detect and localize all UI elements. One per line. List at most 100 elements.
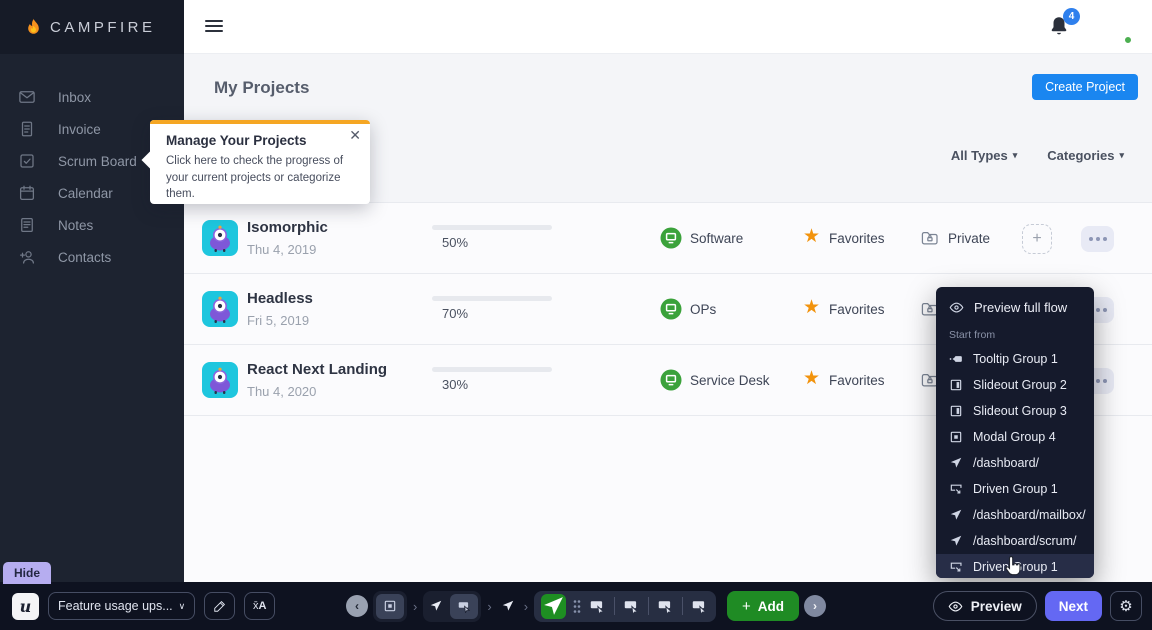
notes-icon — [18, 216, 36, 234]
project-date: Fri 5, 2019 — [247, 313, 309, 328]
menu-item-label: Tooltip Group 1 — [973, 352, 1058, 366]
menu-item[interactable]: Slideout Group 3 — [936, 398, 1094, 424]
hamburger-menu-icon[interactable] — [205, 20, 223, 35]
flow-step-tooltip-group[interactable] — [423, 591, 481, 622]
flow-select[interactable]: Feature usage ups... ∨ — [48, 592, 195, 620]
menu-item[interactable]: /dashboard/mailbox/ — [936, 502, 1094, 528]
active-navigate-step-icon — [541, 594, 566, 619]
modal-step-icon — [376, 594, 404, 619]
add-step-label: Add — [758, 599, 784, 614]
progress-percent: 50% — [442, 235, 468, 250]
preview-label: Preview — [971, 599, 1022, 614]
menu-item[interactable]: Slideout Group 2 — [936, 372, 1094, 398]
add-to-flow-button[interactable] — [1022, 224, 1052, 254]
scrum-board-icon — [18, 152, 36, 170]
preview-flow-button[interactable]: Preview — [933, 591, 1037, 621]
edit-flow-button[interactable] — [204, 592, 235, 620]
menu-items: Tooltip Group 1 Slideout Group 2 Slideou… — [936, 346, 1094, 578]
all-types-label: All Types — [951, 148, 1008, 163]
progress-bar — [432, 296, 552, 301]
category-icon — [660, 369, 682, 391]
progress-percent: 30% — [442, 377, 468, 392]
online-status-dot — [1123, 35, 1133, 45]
notifications-button[interactable]: 4 — [1048, 14, 1074, 42]
settings-gear-icon[interactable] — [1110, 591, 1142, 621]
row-more-actions-button[interactable] — [1081, 226, 1114, 252]
flame-icon — [26, 18, 41, 37]
sidebar-item-label: Notes — [58, 218, 93, 233]
tooltip-body: Click here to check the progress of your… — [150, 148, 370, 215]
contacts-icon — [18, 248, 36, 266]
categories-label: Categories — [1047, 148, 1114, 163]
menu-item[interactable]: Tooltip Group 1 — [936, 346, 1094, 372]
menu-item-label: Preview full flow — [974, 300, 1067, 315]
tooltip-close-icon[interactable]: ✕ — [349, 127, 361, 144]
hide-builder-button[interactable]: Hide — [3, 562, 51, 584]
topbar: 4 — [184, 0, 1152, 54]
sidebar-item-contacts[interactable]: Contacts — [0, 241, 184, 273]
invoice-icon — [18, 120, 36, 138]
tooltip-step-icon[interactable] — [690, 598, 709, 615]
progress-bar — [432, 367, 552, 372]
brand-logo[interactable]: CAMPFIRE — [0, 0, 184, 54]
slideout-icon — [949, 404, 963, 418]
tooltip-title: Manage Your Projects — [150, 120, 370, 148]
tooltip-step-icon[interactable] — [656, 598, 675, 615]
page-title: My Projects — [214, 78, 309, 98]
menu-item-preview-full-flow[interactable]: Preview full flow — [936, 293, 1094, 322]
create-project-button[interactable]: Create Project — [1032, 74, 1138, 100]
inbox-icon — [18, 88, 36, 106]
tooltip-step-icon[interactable] — [588, 598, 607, 615]
active-step-group[interactable] — [534, 591, 716, 622]
step-divider — [614, 597, 615, 615]
project-avatar — [202, 291, 238, 327]
favorites-label: Favorites — [829, 231, 885, 246]
flow-select-value: Feature usage ups... — [58, 599, 173, 613]
step-separator: › — [486, 599, 492, 614]
favorite-star-icon[interactable] — [803, 298, 820, 318]
translate-button[interactable]: x̄A — [244, 592, 275, 620]
brand-name: CAMPFIRE — [50, 19, 156, 36]
categories-filter[interactable]: Categories ▾ — [1047, 148, 1124, 163]
calendar-icon — [18, 184, 36, 202]
notification-badge: 4 — [1063, 8, 1080, 25]
scroll-left-button[interactable]: ‹ — [346, 595, 368, 617]
favorite-star-icon[interactable] — [803, 227, 820, 247]
menu-item[interactable]: /dashboard/ — [936, 450, 1094, 476]
tooltip-step-icon — [450, 594, 478, 619]
menu-item-label: /dashboard/ — [973, 456, 1039, 470]
sidebar-item-label: Scrum Board — [58, 154, 137, 169]
flow-step-modal-group[interactable] — [373, 591, 407, 622]
all-types-filter[interactable]: All Types ▾ — [951, 148, 1017, 163]
scroll-right-button[interactable]: › — [804, 595, 826, 617]
favorite-star-icon[interactable] — [803, 369, 820, 389]
step-divider — [682, 597, 683, 615]
menu-item[interactable]: Modal Group 4 — [936, 424, 1094, 450]
drag-handle-icon[interactable] — [573, 599, 581, 614]
modal-icon — [949, 430, 963, 444]
next-button[interactable]: Next — [1045, 591, 1102, 621]
chevron-down-icon: ▾ — [1119, 150, 1124, 161]
sidebar-item-label: Calendar — [58, 186, 113, 201]
menu-item[interactable]: /dashboard/scrum/ — [936, 528, 1094, 554]
step-divider — [648, 597, 649, 615]
step-separator: › — [412, 599, 418, 614]
menu-item[interactable]: Driven Group 1 — [936, 476, 1094, 502]
menu-section-label: Start from — [936, 322, 1094, 346]
builder-bar: Feature usage ups... ∨ x̄A ‹ › › › — [0, 582, 1152, 630]
user-avatar[interactable] — [1096, 9, 1132, 45]
flow-steps-strip: ‹ › › › Add › — [346, 590, 826, 622]
eye-icon — [949, 300, 964, 315]
menu-item-label: Slideout Group 3 — [973, 404, 1067, 418]
userpilot-logo[interactable] — [12, 593, 39, 620]
add-step-button[interactable]: Add — [727, 591, 799, 621]
sidebar-item-label: Inbox — [58, 90, 91, 105]
category-label: OPs — [690, 302, 716, 317]
project-date: Thu 4, 2019 — [247, 242, 316, 257]
pencil-icon — [213, 599, 227, 613]
driven-icon — [949, 482, 963, 496]
tooltip-step-icon[interactable] — [622, 598, 641, 615]
sidebar: CAMPFIRE Inbox Invoice Scrum Board Calen… — [0, 0, 184, 582]
project-name: Isomorphic — [247, 219, 328, 236]
sidebar-item-inbox[interactable]: Inbox — [0, 81, 184, 113]
